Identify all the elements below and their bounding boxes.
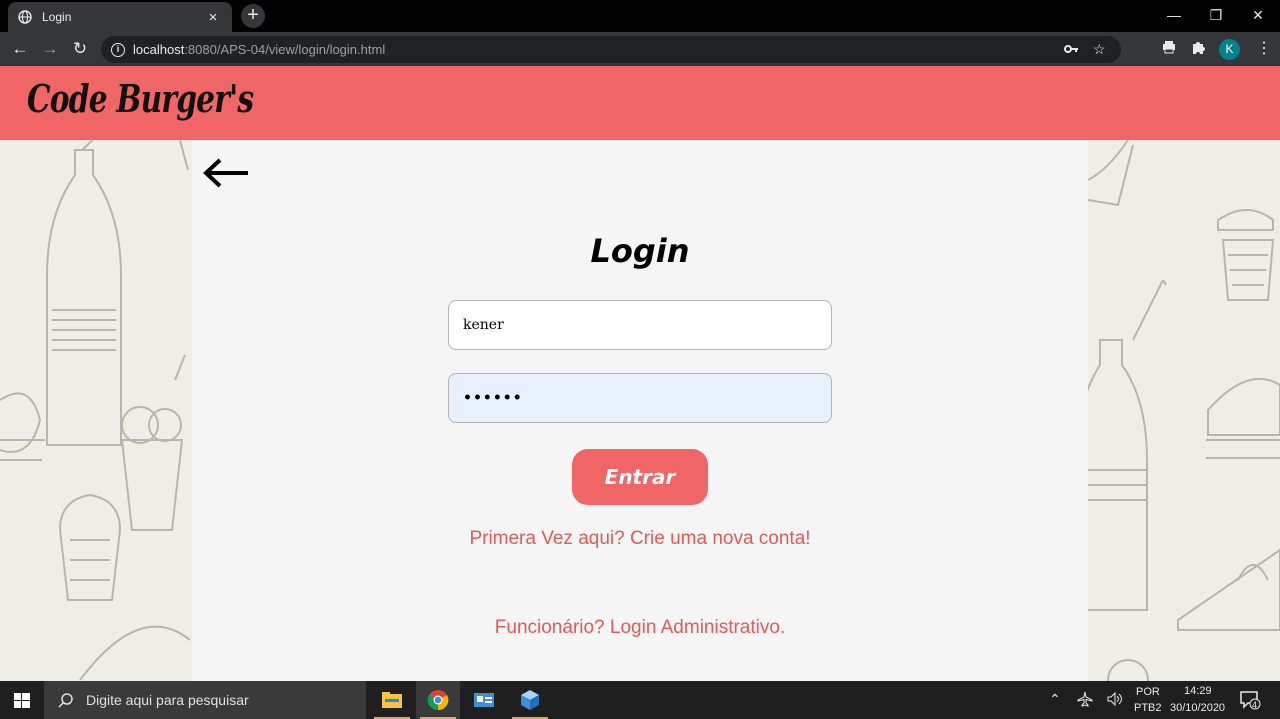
url-path: :8080/APS-04/view/login/login.html (184, 42, 386, 57)
admin-login-link[interactable]: Funcionário? Login Administrativo. (192, 617, 1088, 639)
contacts-app-icon[interactable] (462, 681, 506, 719)
signup-link[interactable]: Primera Vez aqui? Crie uma nova conta! (192, 528, 1088, 550)
star-icon[interactable]: ☆ (1093, 41, 1106, 58)
notification-icon[interactable] (1240, 690, 1262, 713)
puzzle-icon[interactable] (1191, 40, 1206, 58)
tab-title: Login (42, 10, 72, 24)
clock-time[interactable]: 14:29 (1184, 685, 1212, 697)
chevron-up-icon[interactable]: ⌃ (1049, 691, 1061, 708)
site-header: Code Burger's (0, 66, 1280, 140)
forward-button[interactable]: → (38, 37, 62, 61)
close-window-button[interactable]: ✕ (1237, 0, 1279, 30)
web-page: Code Burger's Login kener •••••• Entrar … (0, 66, 1280, 681)
password-input[interactable]: •••••• (448, 373, 832, 423)
browser-toolbar: ← → ↻ i localhost :8080/APS-04/view/logi… (0, 32, 1280, 93)
menu-icon[interactable]: ⋮ (1256, 38, 1272, 58)
globe-icon (18, 10, 32, 24)
address-bar[interactable]: i localhost :8080/APS-04/view/login/logi… (101, 36, 1121, 63)
chrome-icon[interactable] (416, 681, 460, 719)
maximize-button[interactable]: ❐ (1195, 0, 1237, 30)
close-tab-icon[interactable]: × (204, 9, 222, 26)
username-input[interactable]: kener (448, 300, 832, 350)
browser-tab[interactable]: Login × (8, 2, 232, 32)
printer-extension-icon[interactable] (1162, 40, 1176, 57)
info-icon[interactable]: i (111, 42, 125, 57)
file-explorer-icon[interactable] (370, 681, 414, 719)
3d-box-app-icon[interactable] (508, 681, 552, 719)
search-icon (58, 692, 74, 708)
food-doodle-left (0, 140, 191, 681)
screen: Login × + — ❐ ✕ ← → ↻ i localhost :8080/… (0, 0, 1280, 719)
back-button[interactable]: ← (8, 37, 32, 61)
site-logo[interactable]: Code Burger's (27, 76, 254, 121)
key-icon[interactable] (1063, 41, 1079, 60)
login-title: Login (590, 232, 690, 270)
language-bottom[interactable]: PTB2 (1134, 702, 1162, 714)
reload-button[interactable]: ↻ (68, 37, 92, 61)
language-top[interactable]: POR (1136, 686, 1160, 698)
windows-taskbar: Digite aqui para pesquisar ⌃ POR PTB2 14… (0, 681, 1280, 719)
notification-count: 4 (1252, 700, 1258, 710)
minimize-button[interactable]: — (1153, 0, 1195, 30)
clock-date[interactable]: 30/10/2020 (1170, 702, 1225, 714)
volume-icon[interactable] (1107, 691, 1123, 710)
login-submit-button[interactable]: Entrar (572, 449, 708, 505)
login-panel: Login kener •••••• Entrar Primera Vez aq… (192, 140, 1088, 681)
airplane-mode-icon[interactable] (1077, 691, 1093, 710)
browser-tab-strip: Login × + — ❐ ✕ (0, 0, 1280, 32)
url-host: localhost (133, 42, 185, 57)
food-doodle-right (1088, 140, 1280, 681)
back-arrow-icon[interactable] (200, 156, 250, 190)
windows-start-button[interactable] (0, 681, 44, 719)
taskbar-search-box[interactable]: Digite aqui para pesquisar (44, 681, 366, 719)
profile-avatar[interactable]: K (1219, 39, 1240, 60)
new-tab-button[interactable]: + (241, 4, 265, 28)
search-placeholder: Digite aqui para pesquisar (86, 692, 249, 708)
